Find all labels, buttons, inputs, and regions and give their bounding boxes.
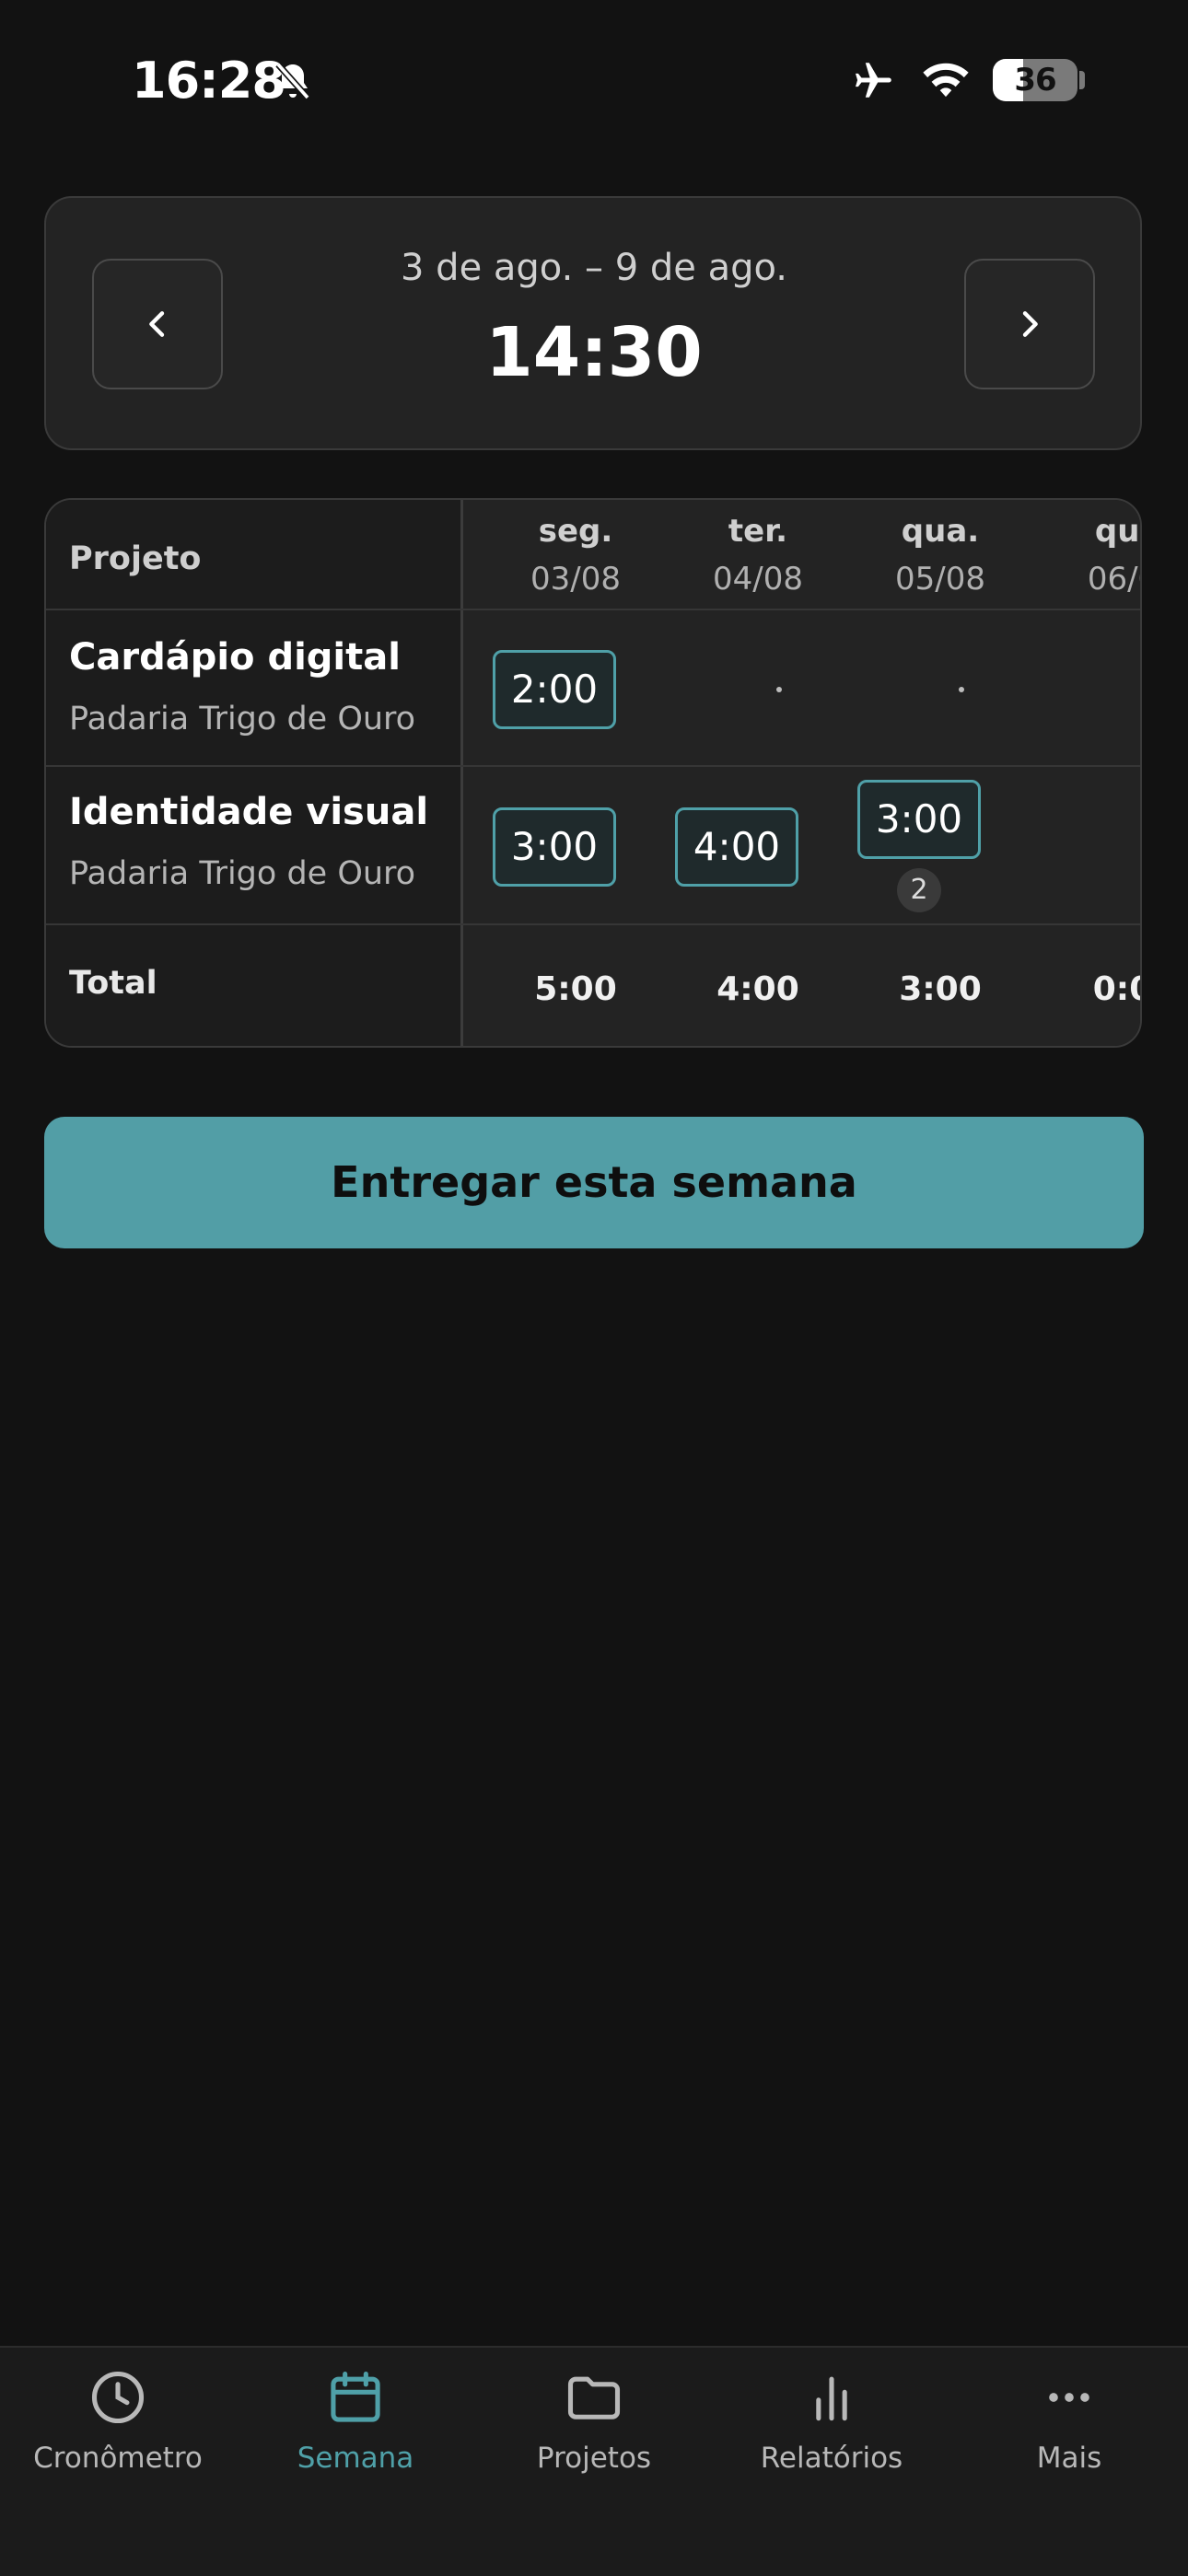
status-time: 16:28 <box>132 52 286 110</box>
battery-tip <box>1079 71 1085 89</box>
project-column: Projeto Cardápio digital Padaria Trigo d… <box>46 500 463 1046</box>
bar-chart-icon <box>816 2376 847 2421</box>
tab-cronometro[interactable]: Cronômetro <box>3 2366 233 2475</box>
tab-semana[interactable]: Semana <box>240 2366 471 2475</box>
battery-level: 36 <box>1014 62 1056 99</box>
project-header: Projeto <box>69 540 202 577</box>
days-grid: seg. 03/08 ter. 04/08 qua. 05/08 qui 06/… <box>463 500 1140 1046</box>
row-divider <box>46 609 1140 610</box>
chevron-right-icon <box>1022 311 1038 337</box>
empty-entry-dot[interactable] <box>1141 844 1142 850</box>
day-total: 5:00 <box>534 970 617 1008</box>
day-total: 4:00 <box>716 970 799 1008</box>
tab-label: Projetos <box>536 2442 652 2475</box>
day-header-mon: seg. 03/08 <box>493 513 658 598</box>
clock-icon <box>91 2371 145 2424</box>
project-client: Padaria Trigo de Ouro <box>69 855 416 892</box>
day-date: 05/08 <box>895 561 985 598</box>
bell-muted-icon <box>275 62 310 100</box>
project-name[interactable]: Identidade visual <box>69 791 428 833</box>
day-header-wed: qua. 05/08 <box>857 513 1023 598</box>
calendar-icon <box>331 2371 380 2422</box>
airplane-icon <box>856 63 891 98</box>
row-divider <box>46 765 1140 767</box>
tab-label: Mais <box>1036 2442 1102 2475</box>
time-entry-cell[interactable]: 3:00 <box>857 780 981 859</box>
battery-indicator: 36 <box>993 59 1077 101</box>
tab-label: Cronômetro <box>33 2442 203 2475</box>
more-icon <box>1049 2393 1089 2402</box>
day-name: ter. <box>728 513 788 550</box>
empty-entry-dot[interactable] <box>1141 687 1142 692</box>
week-total-hours: 14:30 <box>485 313 703 392</box>
day-total: 0:0 <box>1092 970 1140 1008</box>
submit-week-button[interactable]: Entregar esta semana <box>44 1117 1144 1248</box>
tab-mais[interactable]: Mais <box>954 2366 1184 2475</box>
wifi-icon <box>923 63 969 98</box>
chevron-left-icon <box>149 311 165 337</box>
timesheet-table: Projeto Cardápio digital Padaria Trigo d… <box>44 498 1142 1048</box>
day-date: 06/0 <box>1087 561 1140 598</box>
empty-entry-dot[interactable] <box>959 687 964 692</box>
day-header-tue: ter. 04/08 <box>675 513 841 598</box>
tab-projetos[interactable]: Projetos <box>479 2366 709 2475</box>
tab-relatorios[interactable]: Relatórios <box>716 2366 947 2475</box>
project-name[interactable]: Cardápio digital <box>69 636 401 679</box>
project-client: Padaria Trigo de Ouro <box>69 701 416 737</box>
tab-label: Semana <box>297 2442 414 2475</box>
day-date: 03/08 <box>530 561 621 598</box>
week-range: 3 de ago. – 9 de ago. <box>401 247 787 289</box>
folder-icon <box>567 2376 621 2419</box>
tab-label: Relatórios <box>760 2442 903 2475</box>
row-divider <box>46 923 1140 925</box>
time-entry-cell[interactable]: 2:00 <box>493 650 616 729</box>
next-week-button[interactable] <box>964 259 1095 389</box>
day-date: 04/08 <box>713 561 803 598</box>
total-label: Total <box>69 965 157 1002</box>
time-entry-cell[interactable]: 3:00 <box>493 807 616 887</box>
day-name: qui <box>1094 513 1140 550</box>
day-name: seg. <box>538 513 613 550</box>
entry-count-badge: 2 <box>897 868 941 912</box>
day-name: qua. <box>901 513 980 550</box>
day-header-thu: qui 06/0 <box>1040 513 1140 598</box>
time-entry-cell[interactable]: 4:00 <box>675 807 798 887</box>
empty-entry-dot[interactable] <box>776 687 782 692</box>
previous-week-button[interactable] <box>92 259 223 389</box>
day-total: 3:00 <box>899 970 982 1008</box>
